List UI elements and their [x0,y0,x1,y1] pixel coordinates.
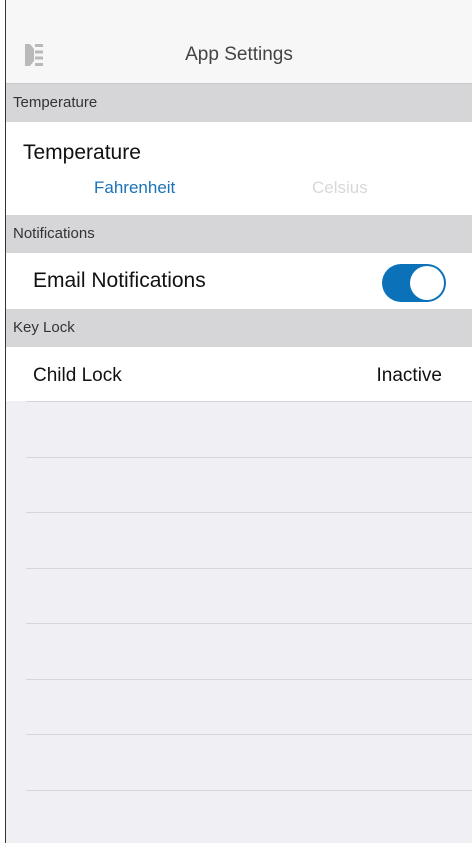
navigation-bar: App Settings [6,0,472,84]
row-divider [26,623,472,624]
row-divider [26,790,472,791]
row-divider [26,734,472,735]
email-notifications-label: Email Notifications [33,269,206,292]
section-header-notifications: Notifications [6,215,472,253]
row-divider [26,679,472,680]
child-lock-status: Inactive [376,365,442,386]
section-header-key-lock: Key Lock [6,309,472,347]
row-divider [26,401,472,402]
page-title: App Settings [185,44,293,65]
unit-option-celsius[interactable]: Celsius [312,178,368,198]
section-header-temperature: Temperature [6,84,472,122]
email-notifications-toggle[interactable] [382,264,446,302]
row-divider [26,568,472,569]
row-divider [26,457,472,458]
child-lock-cell[interactable]: Child Lock Inactive [6,347,472,401]
unit-option-fahrenheit[interactable]: Fahrenheit [94,178,175,198]
app-screen: App Settings Temperature Temperature Fah… [5,0,472,843]
temperature-label: Temperature [23,141,141,164]
row-divider [26,512,472,513]
email-notifications-cell: Email Notifications [6,253,472,309]
temperature-cell: Temperature Fahrenheit Celsius [6,122,472,215]
toggle-knob [410,266,444,300]
child-lock-label: Child Lock [33,365,122,386]
